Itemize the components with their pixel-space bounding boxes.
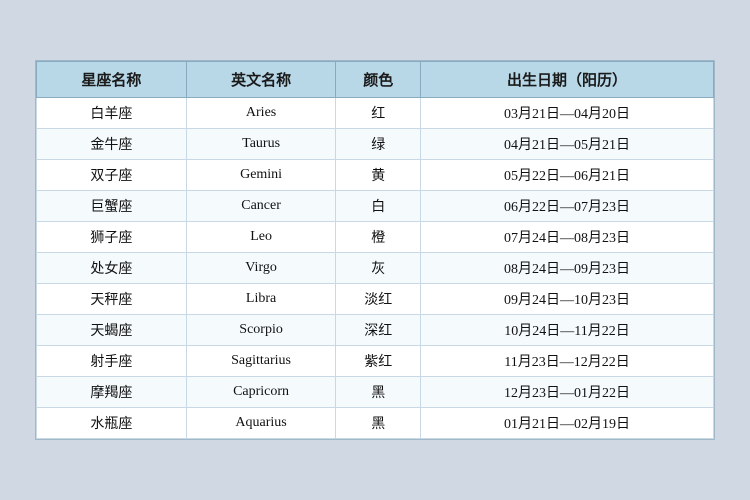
header-chinese-name: 星座名称 <box>37 62 187 98</box>
cell-chinese-name: 水瓶座 <box>37 408 187 439</box>
cell-dates: 06月22日—07月23日 <box>421 191 714 222</box>
table-header-row: 星座名称 英文名称 颜色 出生日期（阳历） <box>37 62 714 98</box>
cell-color: 深红 <box>336 315 421 346</box>
cell-chinese-name: 射手座 <box>37 346 187 377</box>
cell-chinese-name: 天秤座 <box>37 284 187 315</box>
table-row: 处女座Virgo灰08月24日—09月23日 <box>37 253 714 284</box>
cell-chinese-name: 双子座 <box>37 160 187 191</box>
table-row: 狮子座Leo橙07月24日—08月23日 <box>37 222 714 253</box>
table-row: 天秤座Libra淡红09月24日—10月23日 <box>37 284 714 315</box>
cell-english-name: Taurus <box>186 129 336 160</box>
zodiac-table-container: 星座名称 英文名称 颜色 出生日期（阳历） 白羊座Aries红03月21日—04… <box>35 60 715 440</box>
table-row: 摩羯座Capricorn黑12月23日—01月22日 <box>37 377 714 408</box>
cell-english-name: Scorpio <box>186 315 336 346</box>
cell-color: 黄 <box>336 160 421 191</box>
cell-chinese-name: 金牛座 <box>37 129 187 160</box>
cell-english-name: Cancer <box>186 191 336 222</box>
header-dates: 出生日期（阳历） <box>421 62 714 98</box>
table-row: 天蝎座Scorpio深红10月24日—11月22日 <box>37 315 714 346</box>
zodiac-table: 星座名称 英文名称 颜色 出生日期（阳历） 白羊座Aries红03月21日—04… <box>36 61 714 439</box>
table-row: 双子座Gemini黄05月22日—06月21日 <box>37 160 714 191</box>
cell-chinese-name: 处女座 <box>37 253 187 284</box>
cell-english-name: Libra <box>186 284 336 315</box>
cell-english-name: Sagittarius <box>186 346 336 377</box>
cell-dates: 04月21日—05月21日 <box>421 129 714 160</box>
cell-english-name: Capricorn <box>186 377 336 408</box>
header-color: 颜色 <box>336 62 421 98</box>
cell-color: 紫红 <box>336 346 421 377</box>
cell-chinese-name: 巨蟹座 <box>37 191 187 222</box>
table-row: 白羊座Aries红03月21日—04月20日 <box>37 98 714 129</box>
cell-dates: 03月21日—04月20日 <box>421 98 714 129</box>
table-row: 水瓶座Aquarius黑01月21日—02月19日 <box>37 408 714 439</box>
table-body: 白羊座Aries红03月21日—04月20日金牛座Taurus绿04月21日—0… <box>37 98 714 439</box>
table-row: 射手座Sagittarius紫红11月23日—12月22日 <box>37 346 714 377</box>
cell-dates: 11月23日—12月22日 <box>421 346 714 377</box>
header-english-name: 英文名称 <box>186 62 336 98</box>
cell-color: 黑 <box>336 377 421 408</box>
cell-english-name: Gemini <box>186 160 336 191</box>
cell-english-name: Virgo <box>186 253 336 284</box>
cell-color: 橙 <box>336 222 421 253</box>
cell-english-name: Aries <box>186 98 336 129</box>
cell-chinese-name: 天蝎座 <box>37 315 187 346</box>
cell-dates: 01月21日—02月19日 <box>421 408 714 439</box>
cell-color: 灰 <box>336 253 421 284</box>
cell-color: 黑 <box>336 408 421 439</box>
cell-english-name: Aquarius <box>186 408 336 439</box>
cell-chinese-name: 狮子座 <box>37 222 187 253</box>
table-row: 金牛座Taurus绿04月21日—05月21日 <box>37 129 714 160</box>
cell-chinese-name: 白羊座 <box>37 98 187 129</box>
cell-dates: 10月24日—11月22日 <box>421 315 714 346</box>
cell-color: 红 <box>336 98 421 129</box>
table-row: 巨蟹座Cancer白06月22日—07月23日 <box>37 191 714 222</box>
cell-dates: 07月24日—08月23日 <box>421 222 714 253</box>
cell-color: 绿 <box>336 129 421 160</box>
cell-color: 淡红 <box>336 284 421 315</box>
cell-color: 白 <box>336 191 421 222</box>
cell-english-name: Leo <box>186 222 336 253</box>
cell-dates: 12月23日—01月22日 <box>421 377 714 408</box>
cell-dates: 09月24日—10月23日 <box>421 284 714 315</box>
cell-chinese-name: 摩羯座 <box>37 377 187 408</box>
cell-dates: 05月22日—06月21日 <box>421 160 714 191</box>
cell-dates: 08月24日—09月23日 <box>421 253 714 284</box>
